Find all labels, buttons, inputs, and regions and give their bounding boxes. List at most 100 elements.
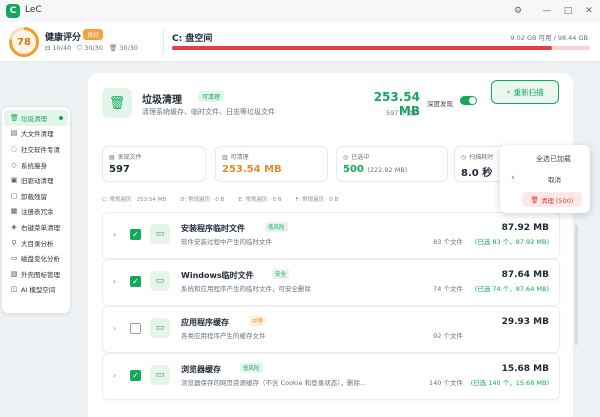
stat-value: 8.0 秒 (461, 168, 493, 179)
file-icon: ▤ (109, 154, 115, 161)
sidebar-item-label: 右键菜单清理 (21, 223, 60, 232)
sidebar-item-label: 社交软件专清 (21, 145, 60, 154)
row-count: 140 个文件 (429, 379, 463, 387)
folder-icon: ▭ (150, 224, 170, 244)
registry-icon: ▦ (10, 207, 18, 216)
sidebar-item-junk-clean[interactable]: 🗑 垃圾清理 (4, 110, 68, 126)
disk-title: C: 盘空间 (172, 34, 213, 44)
sidebar-item-ai-models[interactable]: ◫ AI 模型空间 (2, 282, 70, 298)
health-score-ring: 78 (9, 27, 39, 57)
trash-icon: 🗑 (108, 44, 118, 52)
folder-icon: ▭ (150, 271, 170, 291)
list-item[interactable]: › ✓ ▭ 浏览器缓存 低风险 浏览器保存的网页资源缓存（不含 Cookie 和… (102, 353, 560, 400)
row-size: 15.68 MB (501, 364, 549, 374)
file-icon: ▤ (10, 129, 18, 138)
stat-label: 发现文件 (117, 154, 142, 161)
status-badge: 可清理 (198, 91, 225, 102)
row-checkbox[interactable]: ✓ (130, 370, 141, 381)
clean-button[interactable]: 🗑 清理 (500) (522, 192, 582, 207)
chevron-left-icon[interactable]: ‹ (511, 173, 515, 183)
sidebar-item-label: 系统瘦身 (21, 161, 47, 170)
sidebar-item-large-dirs[interactable]: ⚲ 大目录分析 (2, 235, 70, 251)
row-checkbox[interactable] (130, 323, 141, 334)
active-dot (59, 116, 63, 120)
clock-icon: ◷ (461, 154, 467, 161)
list-item[interactable]: › ✓ ▭ 安装程序临时文件 低风险 软件安装过程中产生的临时文件 83 个文件… (102, 212, 560, 259)
sidebar-item-system-slim[interactable]: ◇ 系统瘦身 (2, 157, 70, 173)
gear-icon[interactable]: ⚙ (511, 4, 525, 18)
chat-icon: ◌ (10, 144, 18, 153)
sidebar-item-label: 注册表冗余 (21, 208, 54, 217)
stat-card-selected: ◎ 已选中 500 (222.92 MB) (336, 146, 448, 182)
sidebar-item-disk-changes[interactable]: ▭ 磁盘变化分析 (2, 250, 70, 266)
sidebar-item-context-menu[interactable]: ◈ 右键菜单清理 (2, 219, 70, 235)
sidebar-item-social-apps[interactable]: ◌ 社交软件专清 (2, 141, 70, 157)
row-checkbox[interactable]: ✓ (130, 229, 141, 240)
health-title: 健康评分 (45, 33, 82, 43)
chevron-right-icon[interactable]: › (113, 277, 116, 286)
title-bar: C LeC ⚙ — □ ✕ (0, 0, 600, 22)
sidebar-item-label: 卸载残留 (21, 192, 47, 201)
status-header: 78 健康评分 良好 ⊟ 10/40 ⛉ 30/30 🗑 30/30 C: 盘空… (0, 22, 600, 62)
sidebar: 🗑 垃圾清理 ▤ 大文件清理 ◌ 社交软件专清 ◇ 系统瘦身 ▣ 旧驱动清理 ▢ 卸载残留 … (2, 107, 70, 313)
row-description: 系统和应用程序产生的临时文件，可安全删除 (181, 285, 311, 293)
hero-section: 🗑 垃圾清理 可清理 清理系统缓存、临时文件、日志等垃圾文件 253.54 MB… (102, 80, 560, 136)
diamond-icon: ◇ (11, 160, 17, 169)
sidebar-item-old-drivers[interactable]: ▣ 旧驱动清理 (2, 172, 70, 188)
health-stat: ⊟ 10/40 (45, 44, 72, 52)
cancel-button[interactable]: 取消 (548, 174, 561, 184)
list-item[interactable]: › ▭ 应用程序缓存 中等 各类应用程序产生的缓存文件 92 个文件 29.93… (102, 306, 560, 353)
trash-icon: 🗑 (10, 113, 19, 122)
main-panel: 🗑 垃圾清理 可清理 清理系统缓存、临时文件、日志等垃圾文件 253.54 MB… (88, 73, 573, 417)
uninstall-icon: ▢ (10, 191, 18, 200)
folder-icon: ▭ (150, 365, 170, 385)
search-icon: ⌕ (506, 87, 511, 96)
drive-summary-item: F: 常规遍历 · 0 B (295, 197, 339, 203)
health-stat: ⛉ 30/30 (77, 44, 103, 52)
health-score: 78 (12, 30, 36, 54)
drive-summary-item: D: 常规遍历 · 0 B (180, 197, 225, 203)
row-selected: (已选 74 个，87.64 MB) (474, 285, 549, 293)
stat-value: 597 (109, 164, 130, 175)
trash-icon: 🗑 (530, 195, 539, 204)
driver-icon: ▣ (10, 176, 18, 185)
sidebar-item-registry[interactable]: ▦ 注册表冗余 (2, 204, 70, 220)
sidebar-item-large-files[interactable]: ▤ 大文件清理 (2, 126, 70, 142)
minimize-button[interactable]: — (540, 4, 554, 18)
check-icon: ◎ (343, 154, 349, 161)
stat-value: 253.54 MB (222, 164, 282, 175)
list-item[interactable]: › ✓ ▭ Windows临时文件 安全 系统和应用程序产生的临时文件，可安全删… (102, 259, 560, 306)
menu-icon: ◈ (11, 222, 17, 231)
row-checkbox[interactable]: ✓ (130, 276, 141, 287)
disk-icon: ▭ (10, 254, 18, 263)
disk-usage-bar-fill (172, 46, 553, 50)
disk-usage: 9.02 GB 可用 / 98.44 GB (510, 34, 588, 42)
scrollbar[interactable] (575, 225, 578, 345)
stat-label: 扫描耗时 (469, 154, 494, 161)
sidebar-item-uninstall-residue[interactable]: ▢ 卸载残留 (2, 188, 70, 204)
rescan-button[interactable]: ⌕ 重新扫描 (491, 80, 559, 104)
stat-card-found: ▤ 发现文件 597 (102, 146, 206, 182)
chevron-right-icon[interactable]: › (113, 324, 116, 333)
sidebar-item-shell-icons[interactable]: ▧ 外壳图标管理 (2, 266, 70, 282)
stat-label: 可清理 (230, 154, 249, 161)
select-all-loaded-button[interactable]: 全选已加载 (536, 154, 571, 164)
row-title: 安装程序临时文件 (181, 224, 245, 233)
trash-icon: 🗑 (102, 88, 132, 118)
row-title: Windows临时文件 (181, 271, 254, 280)
clean-icon: ▥ (222, 154, 228, 161)
risk-badge: 低风险 (265, 222, 288, 232)
row-selected: (已选 83 个，87.92 MB) (474, 238, 549, 246)
selection-popup: ‹ 全选已加载 取消 🗑 清理 (500) (500, 145, 590, 213)
chevron-right-icon[interactable]: › (113, 371, 116, 380)
row-size: 29.93 MB (501, 317, 549, 327)
clean-button-label: 清理 (500) (540, 196, 574, 205)
close-button[interactable]: ✕ (582, 4, 596, 18)
drive-summary-item: C: 常规遍历 · 253.54 MB (102, 197, 167, 203)
maximize-button[interactable]: □ (561, 4, 575, 18)
health-stat: 🗑 30/30 (108, 44, 139, 52)
rescan-label: 重新扫描 (513, 87, 544, 97)
deep-scan-toggle[interactable] (460, 96, 477, 105)
chevron-right-icon[interactable]: › (113, 230, 116, 239)
health-stats: ⊟ 10/40 ⛉ 30/30 🗑 30/30 (45, 44, 138, 53)
